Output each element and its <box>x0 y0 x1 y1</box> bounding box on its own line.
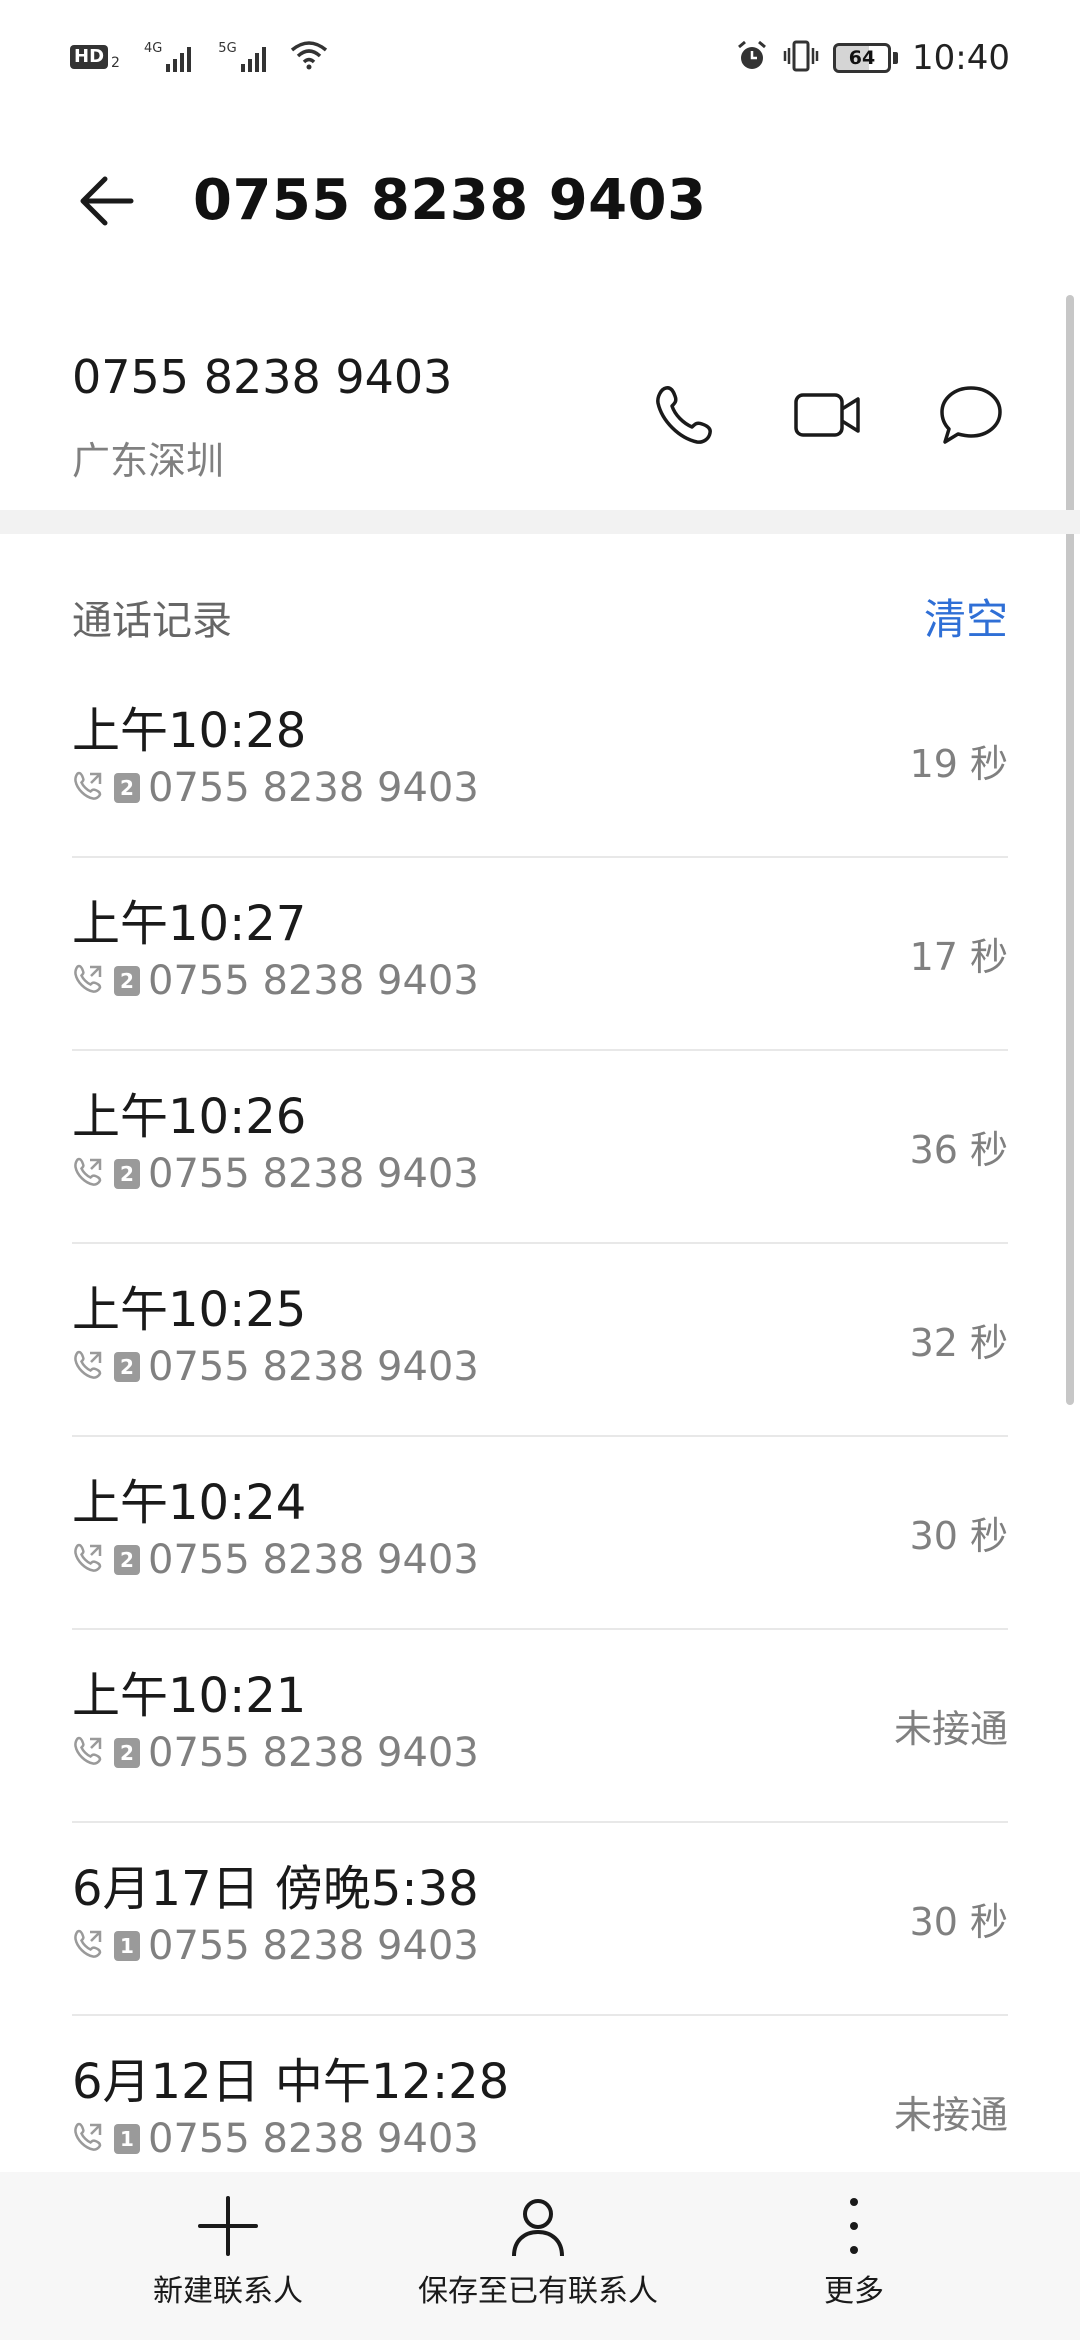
call-time: 上午10:26 <box>72 1089 307 1145</box>
call-time: 上午10:28 <box>72 703 307 759</box>
video-call-icon[interactable] <box>783 370 873 460</box>
call-log-item[interactable]: 上午10:26 2 0755 8238 9403 36 秒 <box>72 1051 1008 1244</box>
call-duration: 32 秒 <box>909 1321 1008 1365</box>
outgoing-call-icon <box>72 770 104 806</box>
outgoing-call-icon <box>72 1735 104 1771</box>
call-number: 0755 8238 9403 <box>148 1537 479 1583</box>
more-button[interactable]: 更多 <box>822 2194 886 2310</box>
sim-card-icon: 2 <box>114 1352 140 1382</box>
call-log-list: 上午10:28 2 0755 8238 9403 19 秒上午10:27 2 0755 8… <box>72 665 1008 2209</box>
section-divider <box>0 510 1080 534</box>
call-log-item[interactable]: 上午10:28 2 0755 8238 9403 19 秒 <box>72 665 1008 858</box>
sim-card-icon: 1 <box>114 2124 140 2154</box>
call-log-header: 通话记录 清空 <box>0 580 1080 650</box>
outgoing-call-icon <box>72 1928 104 1964</box>
call-number: 0755 8238 9403 <box>148 765 479 811</box>
call-duration: 36 秒 <box>909 1128 1008 1172</box>
sim-card-icon: 2 <box>114 773 140 803</box>
call-detail: 1 0755 8238 9403 <box>72 1923 479 1969</box>
outgoing-call-icon <box>72 1156 104 1192</box>
call-detail: 2 0755 8238 9403 <box>72 1730 479 1776</box>
call-number: 0755 8238 9403 <box>148 1923 479 1969</box>
call-number: 0755 8238 9403 <box>148 1151 479 1197</box>
call-time: 上午10:24 <box>72 1475 307 1531</box>
call-detail: 2 0755 8238 9403 <box>72 1344 479 1390</box>
call-log-title: 通话记录 <box>72 598 232 644</box>
call-duration: 未接通 <box>893 1707 1008 1751</box>
contact-location: 广东深圳 <box>72 439 225 483</box>
call-detail: 1 0755 8238 9403 <box>72 2116 479 2162</box>
status-right: 64 10:40 <box>735 38 1010 78</box>
call-log-item[interactable]: 上午10:27 2 0755 8238 9403 17 秒 <box>72 858 1008 1051</box>
call-time: 上午10:25 <box>72 1282 307 1338</box>
call-log-item[interactable]: 上午10:25 2 0755 8238 9403 32 秒 <box>72 1244 1008 1437</box>
call-time: 上午10:27 <box>72 896 307 952</box>
outgoing-call-icon <box>72 1542 104 1578</box>
sim-card-icon: 2 <box>114 966 140 996</box>
signal-icon: 4G <box>144 41 194 74</box>
call-duration: 30 秒 <box>909 1900 1008 1944</box>
save-to-existing-button[interactable]: 保存至已有联系人 <box>418 2194 658 2310</box>
vibrate-icon <box>783 39 819 77</box>
call-log-item[interactable]: 6月17日 傍晚5:38 1 0755 8238 9403 30 秒 <box>72 1823 1008 2016</box>
clear-button[interactable]: 清空 <box>924 586 1008 647</box>
contact-info: 0755 8238 9403 广东深圳 <box>0 340 1080 510</box>
page-title: 0755 8238 9403 <box>193 168 707 233</box>
call-number: 0755 8238 9403 <box>148 1344 479 1390</box>
back-arrow-icon[interactable] <box>70 166 140 236</box>
call-time: 上午10:21 <box>72 1668 307 1724</box>
new-contact-button[interactable]: 新建联系人 <box>153 2194 303 2310</box>
call-duration: 19 秒 <box>909 742 1008 786</box>
call-log-item[interactable]: 上午10:21 2 0755 8238 9403 未接通 <box>72 1630 1008 1823</box>
more-vertical-icon <box>822 2194 886 2262</box>
call-detail: 2 0755 8238 9403 <box>72 1537 479 1583</box>
status-time: 10:40 <box>912 38 1010 78</box>
plus-icon <box>196 2194 260 2262</box>
outgoing-call-icon <box>72 963 104 999</box>
call-duration: 30 秒 <box>909 1514 1008 1558</box>
call-number: 0755 8238 9403 <box>148 2116 479 2162</box>
person-icon <box>506 2194 570 2262</box>
sim-card-icon: 2 <box>114 1545 140 1575</box>
call-detail: 2 0755 8238 9403 <box>72 1151 479 1197</box>
outgoing-call-icon <box>72 1349 104 1385</box>
sim-card-icon: 2 <box>114 1738 140 1768</box>
call-duration: 17 秒 <box>909 935 1008 979</box>
bottom-action-bar: 新建联系人 保存至已有联系人 更多 <box>0 2172 1080 2340</box>
call-number: 0755 8238 9403 <box>148 1730 479 1776</box>
alarm-icon <box>735 39 769 77</box>
phone-icon[interactable] <box>640 370 730 460</box>
call-number: 0755 8238 9403 <box>148 958 479 1004</box>
sim-card-icon: 2 <box>114 1159 140 1189</box>
signal-icon: 5G <box>218 41 268 74</box>
sim-card-icon: 1 <box>114 1931 140 1961</box>
call-detail: 2 0755 8238 9403 <box>72 958 479 1004</box>
contact-number: 0755 8238 9403 <box>72 350 453 404</box>
call-time: 6月12日 中午12:28 <box>72 2054 510 2110</box>
battery-icon: 64 <box>833 43 899 73</box>
call-log-item[interactable]: 上午10:24 2 0755 8238 9403 30 秒 <box>72 1437 1008 1630</box>
app-header: 0755 8238 9403 <box>0 150 1080 250</box>
hd-voice-icon: HD 2 <box>70 43 120 71</box>
call-detail: 2 0755 8238 9403 <box>72 765 479 811</box>
status-bar: HD 2 4G 5G 64 10:40 <box>0 0 1080 120</box>
outgoing-call-icon <box>72 2121 104 2157</box>
wifi-icon <box>289 40 329 74</box>
message-icon[interactable] <box>926 370 1016 460</box>
status-left: HD 2 4G 5G <box>70 40 329 74</box>
call-time: 6月17日 傍晚5:38 <box>72 1861 479 1917</box>
